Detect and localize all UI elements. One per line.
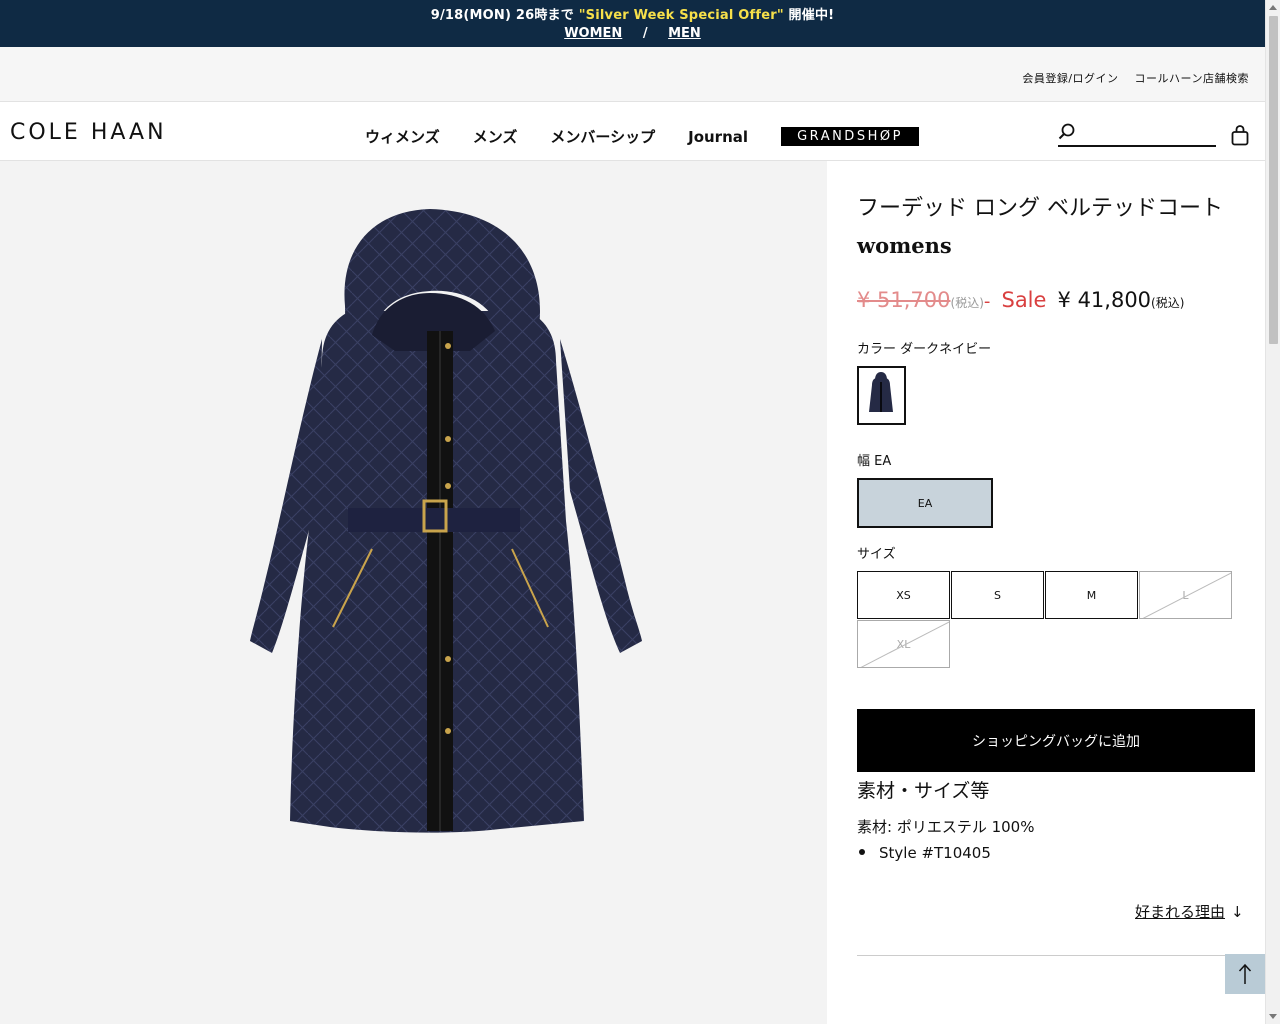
- materials-heading: 素材・サイズ等: [857, 780, 990, 802]
- arrow-down-icon: ↓: [1231, 903, 1244, 921]
- promo-highlight: "Silver Week Special Offer": [578, 8, 784, 23]
- utility-bar: 会員登録/ログイン コールハーン店舗検索: [0, 47, 1265, 102]
- price-dash: -: [983, 291, 991, 312]
- promo-separator: /: [642, 26, 648, 41]
- product-image[interactable]: [0, 161, 827, 1024]
- back-to-top-button[interactable]: [1225, 954, 1265, 994]
- nav-item-membership[interactable]: メンバーシップ: [550, 126, 655, 147]
- coat-thumbnail-icon: [869, 372, 893, 412]
- tax-label: (税込): [950, 296, 984, 310]
- divider: [857, 955, 1255, 956]
- why-loved-link[interactable]: 好まれる理由 ↓: [1135, 901, 1244, 922]
- price-block: ¥ 51,700(税込)- Sale ¥ 41,800(税込): [857, 288, 1184, 312]
- scrollbar-thumb[interactable]: [1269, 16, 1278, 344]
- width-label: 幅 EA: [857, 454, 892, 469]
- search-box: [1058, 121, 1216, 147]
- scroll-up-arrow-icon[interactable]: [1269, 5, 1277, 10]
- bullet-icon: [859, 849, 865, 855]
- material-text: 素材: ポリエステル 100%: [857, 818, 1035, 836]
- add-to-bag-button[interactable]: ショッピングバッグに追加: [857, 709, 1255, 772]
- nav-item-mens[interactable]: メンズ: [473, 126, 518, 147]
- color-label: カラー ダークネイビー: [857, 342, 992, 357]
- promo-text: 9/18(MON) 26時まで "Silver Week Special Off…: [430, 8, 835, 23]
- unavailable-strike-icon: [1142, 572, 1231, 618]
- nav-item-womens[interactable]: ウィメンズ: [365, 126, 440, 147]
- promo-banner: 9/18(MON) 26時まで "Silver Week Special Off…: [0, 0, 1265, 47]
- sale-price: ¥ 41,800: [1057, 288, 1152, 312]
- login-link[interactable]: 会員登録/ログイン: [1022, 72, 1118, 85]
- size-option-xl-unavailable[interactable]: XL: [857, 620, 950, 668]
- size-option-xs[interactable]: XS: [857, 571, 950, 619]
- nav-item-journal[interactable]: Journal: [688, 128, 748, 146]
- search-icon[interactable]: [1058, 123, 1076, 141]
- size-option-m[interactable]: M: [1045, 571, 1138, 619]
- brand-logo[interactable]: COLE HAAN: [10, 120, 167, 145]
- main-nav: ウィメンズ メンズ メンバーシップ Journal GRANDSHØP: [365, 126, 920, 147]
- size-option-l-unavailable[interactable]: L: [1139, 571, 1232, 619]
- nav-item-grandshop[interactable]: GRANDSHØP: [781, 127, 920, 146]
- product-subtitle: womens: [857, 233, 952, 258]
- width-option-ea[interactable]: EA: [857, 478, 993, 528]
- unavailable-strike-icon: [860, 621, 949, 667]
- size-label: サイズ: [857, 547, 896, 562]
- site-header: COLE HAAN ウィメンズ メンズ メンバーシップ Journal GRAN…: [0, 102, 1265, 161]
- page-scrollbar[interactable]: [1265, 0, 1280, 1024]
- color-swatch-dark-navy[interactable]: [857, 366, 906, 425]
- tax-label-sale: (税込): [1151, 296, 1185, 310]
- arrow-up-icon: [1238, 963, 1252, 984]
- style-number: Style #T10405: [857, 844, 991, 862]
- product-details: フーデッド ロング ベルテッドコート womens ¥ 51,700(税込)- …: [857, 190, 1255, 956]
- product-title: フーデッド ロング ベルテッドコート womens: [857, 190, 1255, 264]
- original-price: ¥ 51,700: [857, 288, 951, 312]
- size-option-s[interactable]: S: [951, 571, 1044, 619]
- promo-link-men[interactable]: MEN: [668, 26, 701, 41]
- shopping-bag-icon[interactable]: [1231, 125, 1249, 146]
- sale-label: Sale: [1001, 288, 1047, 312]
- product-image-area: [0, 161, 827, 1024]
- scroll-down-arrow-icon[interactable]: [1269, 1014, 1277, 1019]
- promo-link-women[interactable]: WOMEN: [564, 26, 622, 41]
- search-input[interactable]: [1080, 123, 1214, 139]
- store-search-link[interactable]: コールハーン店舗検索: [1135, 72, 1249, 85]
